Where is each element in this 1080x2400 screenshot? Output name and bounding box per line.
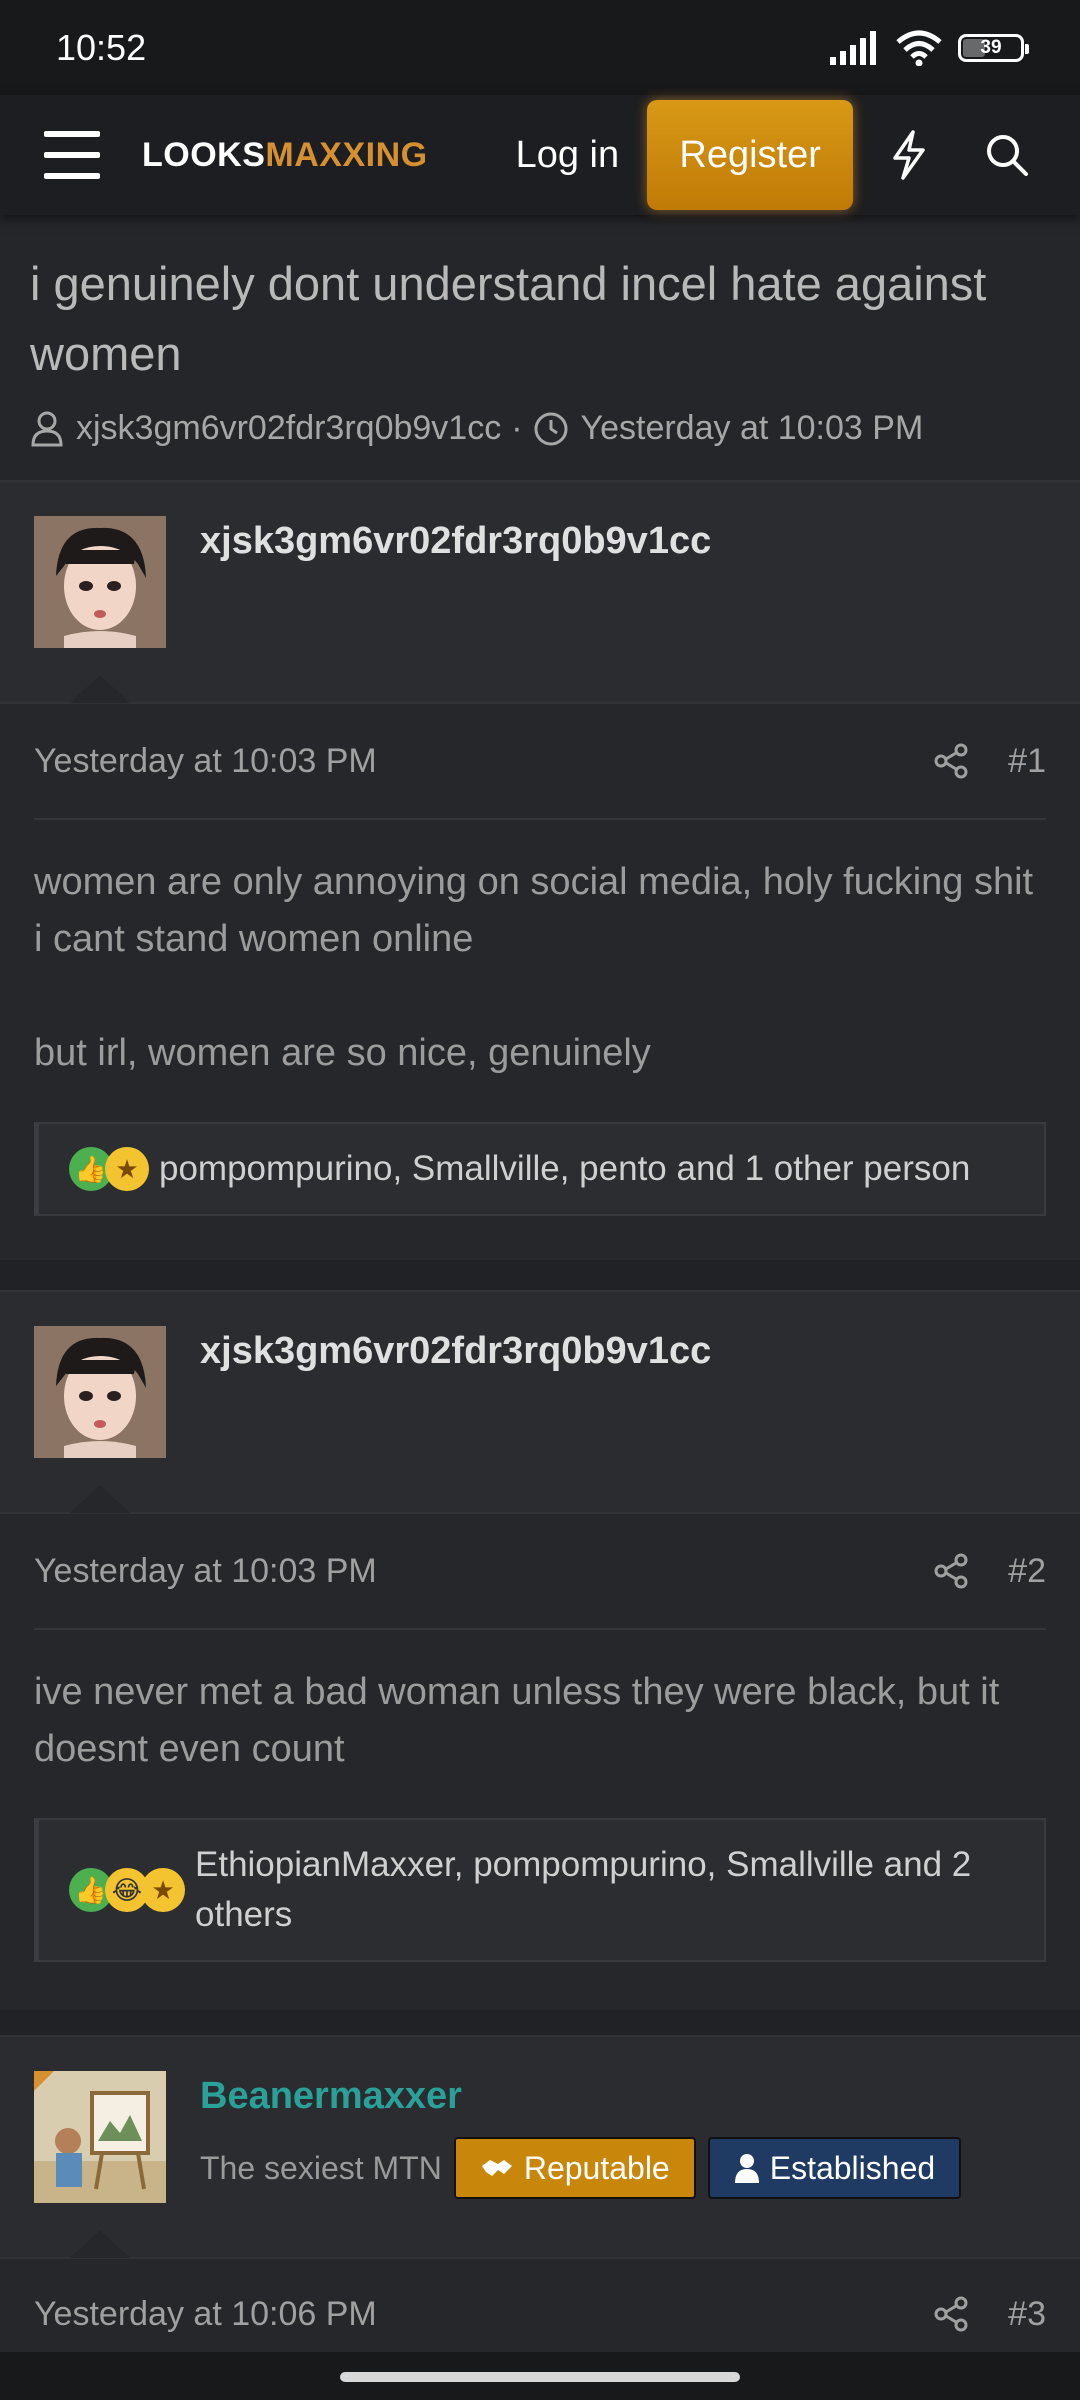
user-title: The sexiest MTN xyxy=(200,2149,442,2186)
share-icon[interactable] xyxy=(934,1553,968,1589)
share-icon[interactable] xyxy=(934,743,968,779)
reactions-bar[interactable]: 👍 ★ pompompurino, Smallville, pento and … xyxy=(34,1122,1046,1216)
thread-meta: xjsk3gm6vr02fdr3rq0b9v1cc · Yesterday at… xyxy=(30,409,1050,448)
post: xjsk3gm6vr02fdr3rq0b9v1cc Yesterday at 1… xyxy=(0,480,1080,1260)
post-number[interactable]: #1 xyxy=(1008,742,1046,781)
thread-time[interactable]: Yesterday at 10:03 PM xyxy=(581,409,924,448)
clock-icon xyxy=(534,412,568,445)
logo-text-part1: LOOKS xyxy=(142,135,266,174)
post-time[interactable]: Yesterday at 10:03 PM xyxy=(34,1552,377,1591)
user-icon xyxy=(31,411,63,446)
post-paragraph: women are only annoying on social media,… xyxy=(34,861,1034,960)
post-username[interactable]: Beanermaxxer xyxy=(200,2075,462,2118)
logo-text-part2: MAXXING xyxy=(265,135,428,174)
user-title-row: The sexiest MTN Reputable Established xyxy=(200,2137,962,2199)
reactions-list[interactable]: EthiopianMaxxer, pompompurino, Smallvill… xyxy=(195,1840,1014,1940)
post-number[interactable]: #3 xyxy=(1008,2295,1046,2334)
site-logo[interactable]: LOOKSMAXXING xyxy=(142,136,428,175)
avatar[interactable] xyxy=(34,1326,166,1458)
search-icon[interactable] xyxy=(985,133,1029,177)
site-header: LOOKSMAXXING Log in Register xyxy=(0,95,1080,215)
handshake-icon xyxy=(481,2160,512,2176)
thread-header: i genuinely dont understand incel hate a… xyxy=(0,215,1080,480)
home-indicator[interactable] xyxy=(340,2372,740,2382)
post-text: women are only annoying on social media,… xyxy=(34,820,1046,1082)
thread-author[interactable]: xjsk3gm6vr02fdr3rq0b9v1cc xyxy=(76,409,501,448)
battery-icon: 39 xyxy=(958,33,1029,62)
meta-separator: · xyxy=(511,409,523,447)
avatar[interactable] xyxy=(34,2071,166,2203)
user-icon xyxy=(734,2154,759,2183)
post-paragraph: but irl, women are so nice, genuinely xyxy=(34,1032,651,1074)
login-link[interactable]: Log in xyxy=(516,134,620,177)
established-badge: Established xyxy=(707,2137,962,2199)
share-icon[interactable] xyxy=(934,2296,968,2332)
post-user-block: xjsk3gm6vr02fdr3rq0b9v1cc xyxy=(0,1292,1080,1513)
reputable-badge-label: Reputable xyxy=(523,2149,670,2186)
post-time[interactable]: Yesterday at 10:06 PM xyxy=(34,2295,377,2334)
post-text: ive never met a bad woman unless they we… xyxy=(34,1630,1046,1778)
menu-icon[interactable] xyxy=(44,131,100,179)
post-body: Yesterday at 10:03 PM #1 women are only … xyxy=(0,702,1080,1216)
post-username[interactable]: xjsk3gm6vr02fdr3rq0b9v1cc xyxy=(200,520,711,563)
post-user-block: Beanermaxxer The sexiest MTN Reputable E… xyxy=(0,2037,1080,2258)
status-bar: 10:52 39 xyxy=(0,0,1080,95)
battery-level: 39 xyxy=(980,36,1002,58)
established-badge-label: Established xyxy=(769,2149,936,2186)
post-user-block: xjsk3gm6vr02fdr3rq0b9v1cc xyxy=(0,482,1080,703)
reactions-list[interactable]: pompompurino, Smallville, pento and 1 ot… xyxy=(159,1144,970,1194)
star-reaction-icon: ★ xyxy=(105,1147,149,1191)
thread-title: i genuinely dont understand incel hate a… xyxy=(30,257,987,380)
wifi-icon xyxy=(896,30,942,66)
avatar[interactable] xyxy=(34,516,166,648)
signal-icon xyxy=(830,30,876,65)
register-button[interactable]: Register xyxy=(647,100,854,210)
post: Beanermaxxer The sexiest MTN Reputable E… xyxy=(0,2035,1080,2355)
status-icons: 39 xyxy=(830,30,1029,66)
reputable-badge: Reputable xyxy=(453,2137,696,2199)
post-meta: Yesterday at 10:03 PM #2 xyxy=(34,1514,1046,1630)
post-number[interactable]: #2 xyxy=(1008,1552,1046,1591)
post-username[interactable]: xjsk3gm6vr02fdr3rq0b9v1cc xyxy=(200,1330,711,1373)
status-time: 10:52 xyxy=(56,26,147,68)
post: xjsk3gm6vr02fdr3rq0b9v1cc Yesterday at 1… xyxy=(0,1290,1080,2010)
post-time[interactable]: Yesterday at 10:03 PM xyxy=(34,742,377,781)
whats-new-bolt-icon[interactable] xyxy=(889,130,929,180)
post-paragraph: ive never met a bad woman unless they we… xyxy=(34,1671,1000,1770)
star-reaction-icon: ★ xyxy=(141,1868,185,1912)
post-meta: Yesterday at 10:03 PM #1 xyxy=(34,704,1046,820)
reactions-bar[interactable]: 👍 😂 ★ EthiopianMaxxer, pompompurino, Sma… xyxy=(34,1818,1046,1962)
post-body: Yesterday at 10:03 PM #2 ive never met a… xyxy=(0,1512,1080,1962)
